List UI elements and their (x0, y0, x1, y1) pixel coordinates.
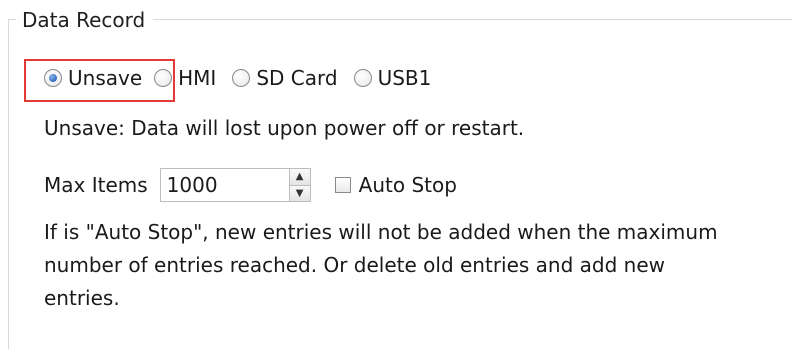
max-items-spinbox[interactable]: ▲ ▼ (159, 168, 311, 202)
radio-usb1-label[interactable]: USB1 (378, 60, 432, 96)
radio-icon[interactable] (232, 69, 251, 87)
auto-stop-label[interactable]: Auto Stop (359, 171, 457, 199)
radio-icon[interactable] (154, 69, 173, 87)
auto-stop-checkbox[interactable]: Auto Stop (334, 171, 457, 199)
radio-unsave[interactable]: Unsave (44, 60, 142, 96)
spin-up-icon[interactable]: ▲ (289, 169, 310, 185)
unsave-note: Unsave: Data will lost upon power off or… (44, 116, 525, 140)
radio-usb1[interactable]: USB1 (353, 60, 432, 96)
spin-down-icon[interactable]: ▼ (289, 184, 310, 201)
max-items-row: Max Items ▲ ▼ Auto Stop (44, 165, 457, 205)
groupbox-title: Data Record (16, 7, 154, 33)
radio-unsave-label[interactable]: Unsave (68, 60, 142, 96)
spin-buttons: ▲ ▼ (288, 169, 310, 201)
max-items-label: Max Items (44, 173, 148, 197)
radio-hmi[interactable]: HMI (154, 60, 216, 96)
radio-sd-card-label[interactable]: SD Card (256, 60, 337, 96)
radio-icon[interactable] (353, 69, 372, 87)
radio-selected-icon[interactable] (44, 69, 62, 87)
checkbox-icon[interactable] (334, 177, 351, 193)
radio-hmi-label[interactable]: HMI (178, 60, 216, 96)
storage-radio-group: Unsave HMI SD Card USB1 (44, 60, 431, 96)
radio-sd-card[interactable]: SD Card (232, 60, 338, 96)
auto-stop-description: If is "Auto Stop", new entries will not … (44, 220, 718, 310)
max-items-input[interactable] (160, 169, 289, 201)
